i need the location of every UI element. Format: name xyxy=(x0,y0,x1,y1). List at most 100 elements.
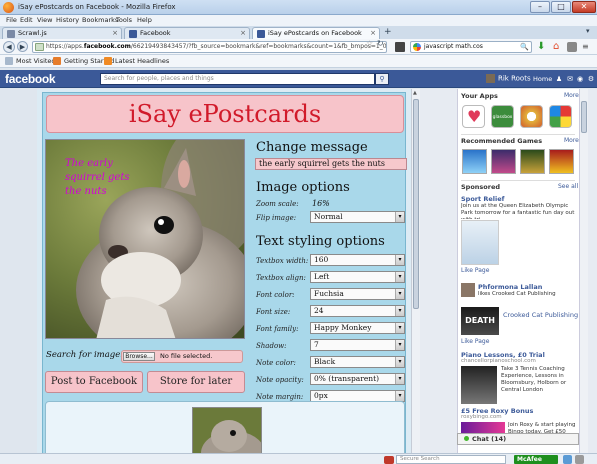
tab-favicon xyxy=(7,30,15,38)
font-color-select[interactable]: Fuchsia ▾ xyxy=(310,288,405,300)
profile-link[interactable]: Rik Roots xyxy=(486,74,531,83)
avatar xyxy=(461,283,475,297)
game-1-icon[interactable] xyxy=(462,149,487,174)
browse-button[interactable]: Browse... xyxy=(123,352,155,361)
url-scheme: https://apps. xyxy=(46,43,84,50)
game-3-icon[interactable] xyxy=(520,149,545,174)
ad-image[interactable]: DEATH xyxy=(461,307,499,335)
scrollbar-thumb[interactable] xyxy=(413,99,419,309)
tab-scrawl[interactable]: Scrawl.js × xyxy=(2,27,122,39)
menu-tools[interactable]: Tools xyxy=(116,16,132,24)
back-icon[interactable]: ◀ xyxy=(3,41,15,53)
home-icon[interactable]: ⌂ xyxy=(553,42,563,52)
facebook-logo[interactable]: facebook xyxy=(5,72,56,86)
message-input[interactable]: the early squirrel gets the nuts xyxy=(255,158,407,170)
download-icon[interactable]: ⬇ xyxy=(537,42,547,52)
ad-title[interactable]: Sport Relief xyxy=(461,195,504,203)
tab-close-icon[interactable]: × xyxy=(112,28,118,39)
tab-isay[interactable]: iSay ePostcards on Facebook × xyxy=(252,27,380,39)
see-all-link[interactable]: See all xyxy=(558,183,578,190)
apps-more-link[interactable]: More xyxy=(564,92,579,99)
tab-label: Scrawl.js xyxy=(18,29,47,37)
search-go-icon[interactable]: 🔍 xyxy=(520,42,529,52)
menu-edit[interactable]: Edit xyxy=(20,16,33,24)
url-bar[interactable]: https://apps.facebook.com/66219493843457… xyxy=(32,41,387,53)
maximize-button[interactable]: □ xyxy=(551,1,571,13)
menu-help[interactable]: Help xyxy=(137,16,152,24)
list-tabs-icon[interactable]: ▾ xyxy=(586,27,590,35)
chevron-down-icon: ▾ xyxy=(395,255,404,265)
settings-icon[interactable]: ⚙ xyxy=(587,75,595,83)
app-glassbox-icon[interactable]: glassbox xyxy=(491,105,514,128)
note-opacity-select[interactable]: 0% (transparent) ▾ xyxy=(310,373,405,385)
menu-history[interactable]: History xyxy=(56,16,79,24)
ad-image[interactable] xyxy=(461,366,497,404)
menu-view[interactable]: View xyxy=(37,16,52,24)
url-path: /66219493843457/?fb_source=bookmark&ref=… xyxy=(130,43,387,50)
like-page-link[interactable]: Like Page xyxy=(461,338,489,345)
search-bar[interactable]: javascript math.cos 🔍 xyxy=(410,41,532,53)
bookmark-most-visited[interactable]: Most Visited xyxy=(5,57,56,65)
note-margin-label: Note margin: xyxy=(256,393,304,401)
font-size-select[interactable]: 24 ▾ xyxy=(310,305,405,317)
home-link[interactable]: Home xyxy=(533,75,552,83)
textbox-align-select[interactable]: Left ▾ xyxy=(310,271,405,283)
mcafee-button[interactable]: McAfee xyxy=(514,455,558,464)
font-family-value: Happy Monkey xyxy=(314,323,372,332)
textbox-width-label: Textbox width: xyxy=(256,257,309,265)
app-puzzle-icon[interactable] xyxy=(549,105,572,128)
zoom-label: Zoom scale: xyxy=(256,200,299,208)
new-tab-icon[interactable]: + xyxy=(384,27,392,37)
app-heart-icon[interactable]: ♥ xyxy=(462,105,485,128)
tab-label: Facebook xyxy=(140,29,171,37)
navigation-toolbar: ◀ ▶ https://apps.facebook.com/6621949384… xyxy=(0,39,597,55)
sidebar-scrollbar[interactable] xyxy=(579,89,588,453)
friend-requests-icon[interactable]: ♟ xyxy=(555,75,563,83)
addon-icon[interactable] xyxy=(395,42,405,52)
tab-close-icon[interactable]: × xyxy=(240,28,246,39)
ad-title[interactable]: Phformona Lallan xyxy=(478,283,542,291)
notifications-icon[interactable]: ◉ xyxy=(576,75,584,83)
post-to-facebook-button[interactable]: Post to Facebook xyxy=(45,371,143,393)
menu-icon[interactable]: ≡ xyxy=(582,42,592,52)
bookmark-star-icon[interactable]: ☆ xyxy=(366,39,373,48)
textbox-width-select[interactable]: 160 ▾ xyxy=(310,254,405,266)
forward-icon[interactable]: ▶ xyxy=(17,41,28,52)
tab-facebook[interactable]: Facebook × xyxy=(124,27,250,39)
font-family-select[interactable]: Happy Monkey ▾ xyxy=(310,322,405,334)
messages-icon[interactable]: ✉ xyxy=(566,75,574,83)
app-wheel-icon[interactable] xyxy=(520,105,543,128)
page-scrollbar[interactable]: ▲ xyxy=(411,89,420,464)
games-more-link[interactable]: More xyxy=(564,137,579,144)
like-page-link[interactable]: Like Page xyxy=(461,267,489,274)
ad-subtitle[interactable]: Crooked Cat Publishing xyxy=(503,311,578,319)
facebook-search-input[interactable]: Search for people, places and things xyxy=(100,73,375,85)
shield-icon[interactable] xyxy=(384,456,394,464)
secure-search-input[interactable]: Secure Search xyxy=(396,455,506,464)
bookmark-latest-headlines[interactable]: Latest Headlines xyxy=(104,57,169,65)
google-icon xyxy=(413,43,421,51)
addon-icon[interactable] xyxy=(575,455,584,464)
tab-close-icon[interactable]: × xyxy=(370,28,376,39)
chat-bar[interactable]: Chat (14) xyxy=(457,433,579,445)
close-button[interactable]: ✕ xyxy=(572,1,596,13)
postcard-caption[interactable]: The early squirrel gets the nuts xyxy=(65,157,145,199)
scroll-up-icon[interactable]: ▲ xyxy=(413,90,417,96)
extension-icon[interactable] xyxy=(567,42,577,52)
game-4-icon[interactable] xyxy=(549,149,574,174)
addon-icon[interactable] xyxy=(563,455,572,464)
facebook-search-icon[interactable]: ⚲ xyxy=(375,73,389,85)
reload-icon[interactable]: ↻ xyxy=(377,39,384,48)
minimize-button[interactable]: – xyxy=(530,1,550,13)
ad-image[interactable] xyxy=(461,220,499,265)
menu-file[interactable]: File xyxy=(6,16,17,24)
chat-label: Chat (14) xyxy=(472,435,507,443)
flip-select[interactable]: Normal ▾ xyxy=(310,211,405,223)
game-2-icon[interactable] xyxy=(491,149,516,174)
shadow-select[interactable]: 7 ▾ xyxy=(310,339,405,351)
note-color-select[interactable]: Black ▾ xyxy=(310,356,405,368)
store-for-later-button[interactable]: Store for later xyxy=(147,371,245,393)
scrollbar-thumb[interactable] xyxy=(581,101,587,133)
note-margin-value: 0px xyxy=(314,391,328,400)
menu-bookmarks[interactable]: Bookmarks xyxy=(82,16,118,24)
